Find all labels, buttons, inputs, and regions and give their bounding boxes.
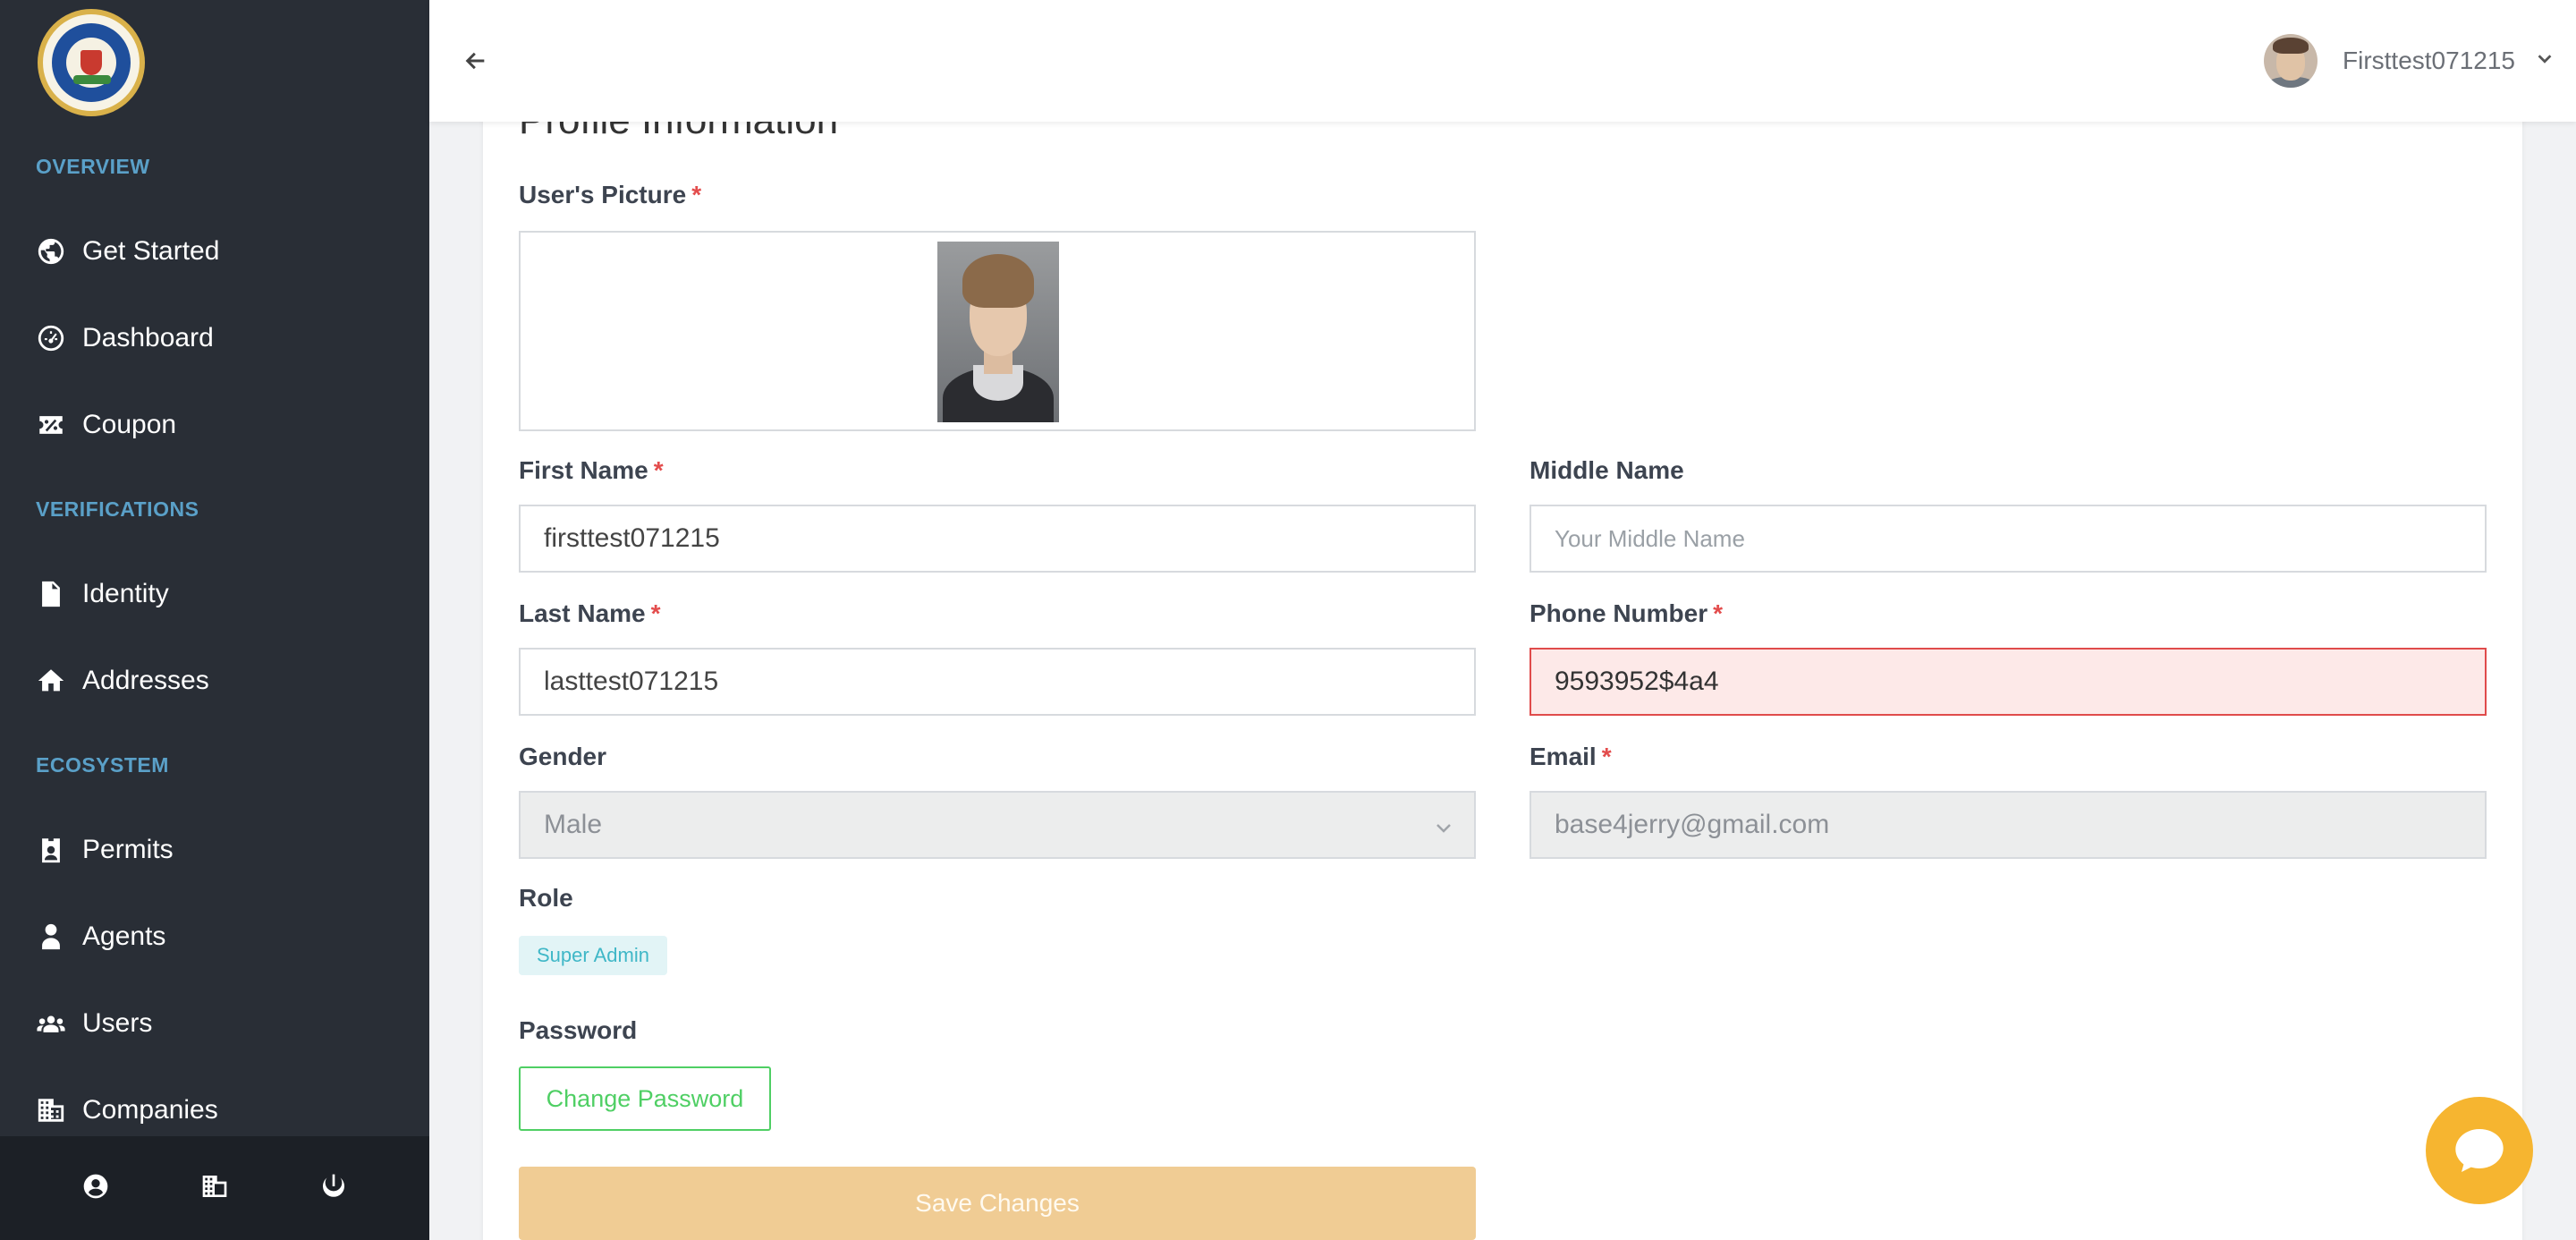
avatar (2264, 34, 2318, 88)
profile-card: Profile Information User's Picture* Firs… (483, 72, 2522, 1240)
chat-bubble-icon (2455, 1129, 2504, 1172)
user-menu[interactable]: Firsttest071215 (2264, 34, 2555, 88)
chat-button[interactable] (2426, 1097, 2533, 1204)
password-label: Password (519, 1016, 638, 1044)
user-circle-icon[interactable] (81, 1172, 110, 1205)
picture-upload[interactable] (519, 231, 1476, 431)
agent-icon (36, 922, 66, 952)
sidebar-item-identity[interactable]: Identity (0, 550, 429, 637)
sidebar-item-label: Dashboard (82, 322, 214, 352)
sidebar-item-label: Addresses (82, 665, 209, 695)
topbar: Firsttest071215 (429, 0, 2576, 122)
gauge-icon (36, 323, 66, 353)
section-title-verifications: VERIFICATIONS (36, 497, 199, 521)
section-title-ecosystem: ECOSYSTEM (36, 752, 169, 777)
chevron-down-icon (1433, 816, 1454, 846)
phone-field[interactable]: 9593952$4a4 (1530, 648, 2487, 716)
back-button[interactable] (449, 34, 503, 88)
sidebar-item-label: Permits (82, 834, 174, 864)
sidebar-item-get-started[interactable]: Get Started (0, 208, 429, 294)
ticket-icon (36, 410, 66, 440)
id-document-icon (36, 579, 66, 609)
email-field[interactable]: base4jerry@gmail.com (1530, 791, 2487, 859)
chevron-down-icon (2515, 49, 2555, 73)
gender-value: Male (544, 810, 603, 839)
building-icon[interactable] (200, 1172, 229, 1205)
first-name-label: First Name * (519, 456, 664, 484)
last-name-field[interactable]: lasttest071215 (519, 648, 1476, 716)
email-label: Email * (1530, 743, 1612, 770)
first-name-field[interactable]: firsttest071215 (519, 505, 1476, 573)
sidebar-item-dashboard[interactable]: Dashboard (0, 294, 429, 381)
home-icon (36, 666, 66, 696)
save-changes-button[interactable]: Save Changes (519, 1167, 1476, 1240)
user-picture (937, 242, 1059, 422)
building-icon (36, 1095, 66, 1125)
logo-container (0, 0, 429, 125)
role-label: Role (519, 884, 573, 912)
power-icon[interactable] (319, 1172, 348, 1205)
sidebar-item-label: Companies (82, 1094, 218, 1125)
change-password-button[interactable]: Change Password (519, 1066, 771, 1131)
section-title-overview: OVERVIEW (36, 154, 150, 178)
middle-name-label: Middle Name (1530, 456, 1684, 484)
logo[interactable] (38, 9, 145, 116)
sidebar-item-label: Users (82, 1007, 153, 1038)
gender-label: Gender (519, 743, 607, 770)
sidebar-item-label: Agents (82, 921, 166, 951)
sidebar-item-addresses[interactable]: Addresses (0, 637, 429, 724)
middle-name-field[interactable]: Your Middle Name (1530, 505, 2487, 573)
picture-label: User's Picture * (519, 181, 702, 208)
sidebar-item-label: Get Started (82, 235, 220, 266)
user-name: Firsttest071215 (2343, 47, 2515, 74)
sidebar: OVERVIEW Get Started Dashboard Coupon VE… (0, 0, 429, 1240)
sidebar-item-users[interactable]: Users (0, 980, 429, 1066)
role-badge: Super Admin (519, 936, 667, 975)
gender-select[interactable]: Male (519, 791, 1476, 859)
last-name-label: Last Name * (519, 599, 661, 627)
sidebar-item-agents[interactable]: Agents (0, 893, 429, 980)
badge-icon (36, 835, 66, 865)
sidebar-item-label: Identity (82, 578, 169, 608)
arrow-left-icon (465, 52, 485, 70)
users-icon (36, 1008, 66, 1039)
sidebar-item-coupon[interactable]: Coupon (0, 381, 429, 468)
sidebar-item-label: Coupon (82, 409, 177, 439)
globe-icon (36, 236, 66, 267)
sidebar-footer (0, 1136, 429, 1240)
phone-label: Phone Number * (1530, 599, 1724, 627)
sidebar-item-permits[interactable]: Permits (0, 806, 429, 893)
